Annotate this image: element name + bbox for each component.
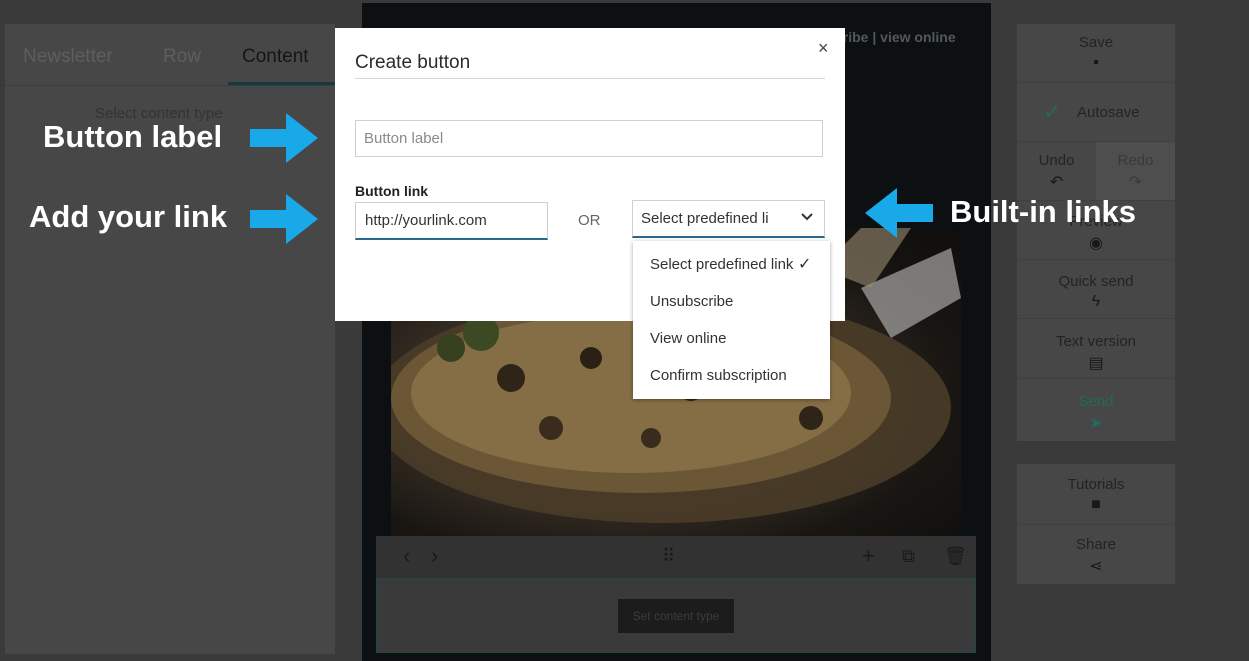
option-select-predefined-link[interactable]: Select predefined link ✓ — [633, 246, 830, 283]
floppy-disk-icon: ▪ — [1093, 54, 1099, 71]
chevron-down-icon — [801, 213, 813, 221]
redo-label: Redo — [1117, 152, 1154, 169]
check-icon: ✓ — [798, 256, 812, 273]
button-label-input[interactable] — [355, 120, 823, 157]
arrow-right-icon — [250, 194, 318, 244]
lightning-icon: ϟ — [1091, 293, 1101, 310]
autosave-label: Autosave — [1077, 104, 1140, 121]
duplicate-icon[interactable]: ⧉ — [902, 545, 915, 567]
autosave-toggle[interactable]: ✓ Autosave — [1017, 83, 1175, 142]
predefined-link-select[interactable]: Select predefined li — [632, 200, 825, 238]
option-confirm-subscription[interactable]: Confirm subscription — [633, 357, 830, 394]
chevron-right-icon[interactable]: › — [431, 545, 438, 567]
annotation-button-label: Button label — [43, 119, 223, 154]
quick-send-label: Quick send — [1058, 273, 1134, 290]
annotation-builtin-links: Built-in links — [950, 194, 1136, 229]
text-version-button[interactable]: Text version ▤ — [1017, 320, 1175, 379]
undo-label: Undo — [1038, 152, 1075, 169]
share-icon: ⋖ — [1089, 558, 1103, 575]
option-view-online[interactable]: View online — [633, 320, 830, 357]
save-button[interactable]: Save ▪ — [1017, 24, 1175, 83]
drag-handle-icon[interactable]: ⠿ — [662, 545, 675, 567]
editor-tabs: Newsletter Row Content — [5, 24, 335, 86]
header-links[interactable]: cribe | view online — [835, 29, 956, 45]
predefined-select-value: Select predefined li — [641, 210, 769, 227]
checkmark-icon: ✓ — [1043, 99, 1062, 124]
button-link-input[interactable] — [355, 202, 548, 240]
close-icon[interactable]: × — [818, 38, 829, 58]
button-link-caption: Button link — [355, 183, 429, 199]
paper-plane-icon: ➤ — [1089, 415, 1103, 432]
undo-button[interactable]: Undo ↶ — [1017, 142, 1096, 201]
tab-content[interactable]: Content — [242, 46, 309, 68]
or-separator: OR — [578, 212, 601, 229]
right-toolbar: Save ▪ ✓ Autosave Undo ↶ Redo ↷ Preview … — [1017, 24, 1175, 441]
option-label: Select predefined link — [650, 256, 794, 273]
tab-newsletter[interactable]: Newsletter — [23, 46, 113, 68]
tutorials-button[interactable]: Tutorials ■ — [1017, 464, 1175, 525]
chevron-left-icon[interactable]: ‹ — [403, 545, 410, 567]
help-toolbar: Tutorials ■ Share ⋖ — [1017, 464, 1175, 584]
predefined-link-dropdown: Select predefined link ✓ Unsubscribe Vie… — [633, 241, 830, 399]
share-button[interactable]: Share ⋖ — [1017, 524, 1175, 584]
row-toolbar: ‹ › ⠿ + ⧉ 🗑 — [376, 536, 976, 578]
redo-button[interactable]: Redo ↷ — [1096, 142, 1175, 201]
send-button[interactable]: Send ➤ — [1017, 380, 1175, 438]
share-label: Share — [1075, 536, 1117, 553]
eye-icon: ◉ — [1089, 235, 1103, 252]
active-tab-indicator — [228, 82, 335, 85]
trash-icon[interactable]: 🗑 — [944, 545, 967, 567]
text-version-label: Text version — [1055, 333, 1137, 350]
set-content-type-button[interactable]: Set content type — [618, 599, 734, 633]
send-label: Send — [1078, 393, 1114, 410]
undo-icon: ↶ — [1049, 174, 1064, 191]
modal-title: Create button — [355, 52, 471, 73]
video-camera-icon: ■ — [1091, 496, 1101, 513]
tutorials-label: Tutorials — [1067, 476, 1125, 493]
quick-send-button[interactable]: Quick send ϟ — [1017, 260, 1175, 319]
tab-row[interactable]: Row — [163, 46, 201, 68]
annotation-add-link: Add your link — [29, 199, 228, 234]
modal-divider — [355, 78, 825, 79]
save-label: Save — [1078, 34, 1114, 51]
redo-icon: ↷ — [1128, 174, 1143, 191]
arrow-left-icon — [865, 188, 933, 238]
document-icon: ▤ — [1088, 355, 1104, 372]
arrow-right-icon — [250, 113, 318, 163]
add-icon[interactable]: + — [862, 545, 875, 567]
option-unsubscribe[interactable]: Unsubscribe — [633, 283, 830, 320]
